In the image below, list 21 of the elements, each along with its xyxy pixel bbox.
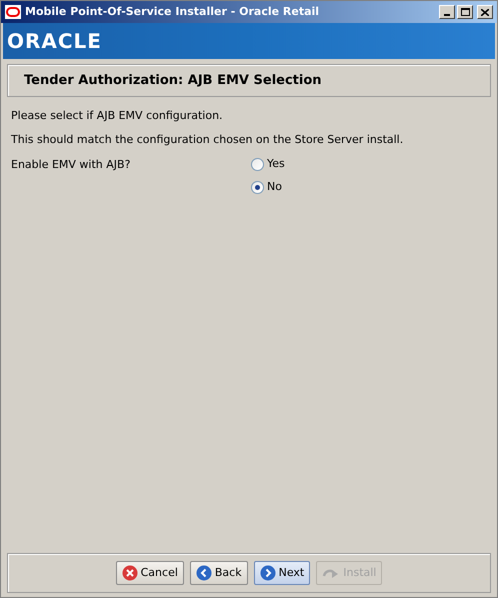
minimize-icon xyxy=(444,14,450,16)
radio-option[interactable]: No xyxy=(251,180,285,194)
page-title: Tender Authorization: AJB EMV Selection xyxy=(24,72,322,90)
close-icon xyxy=(481,8,489,16)
radio-option[interactable]: Yes xyxy=(251,157,285,171)
cancel-button[interactable]: Cancel xyxy=(116,561,184,585)
minimize-button[interactable] xyxy=(439,5,455,19)
radio-button[interactable] xyxy=(251,180,264,194)
window-title: Mobile Point-Of-Service Installer - Oracle Retail xyxy=(25,4,320,20)
maximize-button[interactable] xyxy=(457,5,473,19)
cancel-icon xyxy=(122,565,138,581)
oracle-logo: ORACLE xyxy=(7,31,102,51)
instruction-text: This should match the configuration chosen on the Store Server install. xyxy=(11,133,404,148)
question-label: Enable EMV with AJB? xyxy=(11,157,132,171)
maximize-icon xyxy=(460,8,470,16)
app-icon xyxy=(5,5,21,19)
next-button[interactable]: Next xyxy=(254,561,310,585)
back-button[interactable]: Back xyxy=(190,561,248,585)
radio-button[interactable] xyxy=(251,158,264,170)
close-button[interactable] xyxy=(477,5,493,19)
instruction-text: Please select if AJB EMV configuration. xyxy=(11,109,224,124)
